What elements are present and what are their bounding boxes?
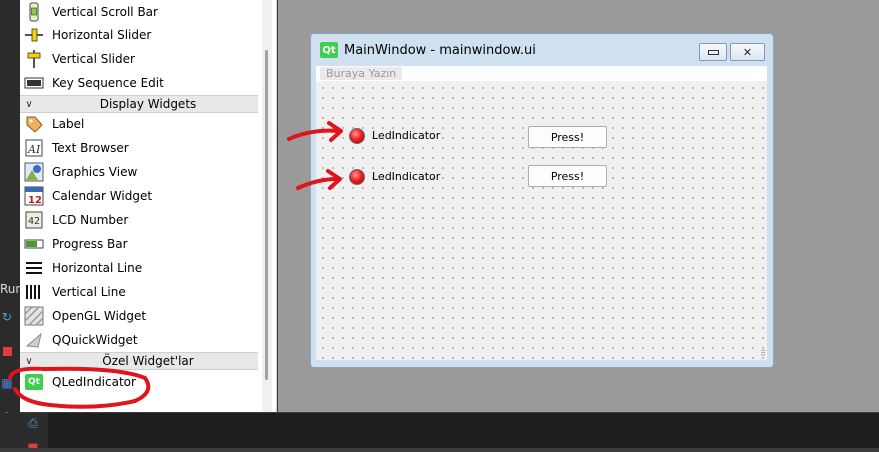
text-browser-glyph: AI	[27, 143, 41, 156]
qt-icon: Qt	[24, 372, 44, 392]
widget-item-label: Horizontal Slider	[52, 28, 152, 42]
vertical-line-icon	[24, 282, 44, 302]
status-bar	[0, 413, 879, 448]
widget-item-label: Key Sequence Edit	[52, 76, 164, 90]
widget-item-label: Text Browser	[52, 141, 129, 155]
trash-icon[interactable]: ▬	[26, 438, 40, 452]
grid-icon[interactable]: ▦	[0, 376, 14, 390]
led-indicator[interactable]	[349, 128, 365, 144]
widget-item-vertical-scroll-bar[interactable]: Vertical Scroll Bar	[20, 0, 260, 24]
widget-item-label: Vertical Scroll Bar	[52, 5, 158, 19]
widget-box-scrollbar[interactable]	[262, 0, 272, 412]
press-button[interactable]: Press!	[528, 165, 607, 187]
widget-item-label: Vertical Line	[52, 285, 126, 299]
graphics-view-icon	[24, 162, 44, 182]
horizontal-slider-icon	[24, 25, 44, 45]
window-title: MainWindow - mainwindow.ui	[344, 42, 536, 58]
widget-item-label: QLedIndicator	[52, 375, 136, 389]
category-display-widgets[interactable]: ∨ Display Widgets	[20, 95, 258, 113]
label-tag-icon	[24, 114, 44, 134]
chevron-down-icon: ∨	[25, 98, 33, 110]
printer-icon[interactable]: ⎙	[26, 416, 40, 430]
form-canvas[interactable]: LedIndicator Press! LedIndicator Press! …	[316, 81, 767, 360]
horizontal-line-icon	[24, 258, 44, 278]
progress-bar-icon	[24, 234, 44, 254]
stop-icon[interactable]	[0, 344, 14, 358]
text-browser-icon: AI	[24, 138, 44, 158]
minimize-button[interactable]	[699, 43, 727, 61]
widget-item-label: QQuickWidget	[52, 333, 138, 347]
widget-item-calendar-widget[interactable]: 12 Calendar Widget	[20, 184, 260, 208]
widget-item-lcd-number[interactable]: 42 LCD Number	[20, 208, 260, 232]
close-button[interactable]: ✕	[730, 43, 765, 61]
designer-main-window[interactable]: Qt MainWindow - mainwindow.ui ✕ Buraya Y…	[310, 33, 774, 368]
calendar-day: 12	[28, 195, 42, 206]
widget-item-progress-bar[interactable]: Progress Bar	[20, 232, 260, 256]
category-label: Özel Widget'lar	[102, 354, 194, 368]
widget-item-label: Vertical Slider	[52, 52, 135, 66]
calendar-icon: 12	[24, 186, 44, 206]
press-button[interactable]: Press!	[528, 126, 607, 148]
widget-item-qquickwidget[interactable]: QQuickWidget	[20, 328, 260, 352]
widget-item-horizontal-line[interactable]: Horizontal Line	[20, 256, 260, 280]
refresh-icon[interactable]: ↻	[0, 310, 14, 324]
widget-box-panel: Vertical Scroll Bar Horizontal Slider Ve…	[20, 0, 277, 412]
led-indicator-label: LedIndicator	[372, 129, 441, 142]
widget-item-vertical-slider[interactable]: Vertical Slider	[20, 47, 260, 71]
category-custom-widgets[interactable]: ∨ Özel Widget'lar	[20, 352, 258, 370]
minimize-icon	[707, 49, 719, 55]
widget-item-graphics-view[interactable]: Graphics View	[20, 160, 260, 184]
close-icon: ✕	[742, 45, 753, 59]
widget-item-label: Graphics View	[52, 165, 138, 179]
lcd-number-icon: 42	[24, 210, 44, 230]
vertical-slider-icon	[24, 49, 44, 69]
led-indicator-label: LedIndicator	[372, 170, 441, 183]
widget-item-key-sequence-edit[interactable]: Key Sequence Edit	[20, 71, 260, 95]
widget-item-text-browser[interactable]: AI Text Browser	[20, 136, 260, 160]
widget-item-label: Calendar Widget	[52, 189, 153, 203]
category-label: Display Widgets	[99, 97, 197, 111]
opengl-icon	[24, 306, 44, 326]
led-indicator[interactable]	[349, 169, 365, 185]
widget-item-qledindicator[interactable]: Qt QLedIndicator	[20, 370, 260, 394]
key-sequence-icon	[24, 73, 44, 93]
widget-item-label: Label	[52, 117, 85, 131]
qt-logo-icon: Qt	[320, 42, 338, 58]
widget-item-vertical-line[interactable]: Vertical Line	[20, 280, 260, 304]
menu-type-here[interactable]: Buraya Yazın	[320, 67, 403, 80]
lcd-digits: 42	[28, 216, 40, 227]
widget-item-label-widget[interactable]: Label	[20, 112, 260, 136]
widget-item-label: Horizontal Line	[52, 261, 143, 275]
widget-item-opengl-widget[interactable]: OpenGL Widget	[20, 304, 260, 328]
widget-item-label: Progress Bar	[52, 237, 128, 251]
quick-widget-icon	[24, 330, 44, 350]
chevron-down-icon: ∨	[25, 355, 33, 367]
vertical-scrollbar-icon	[24, 2, 44, 22]
menu-bar: Buraya Yazın	[316, 66, 767, 81]
widget-item-label: OpenGL Widget	[52, 309, 147, 323]
widget-item-label: LCD Number	[52, 213, 129, 227]
widget-item-horizontal-slider[interactable]: Horizontal Slider	[20, 23, 260, 47]
resize-grip-icon[interactable]: ⠿	[760, 349, 766, 358]
